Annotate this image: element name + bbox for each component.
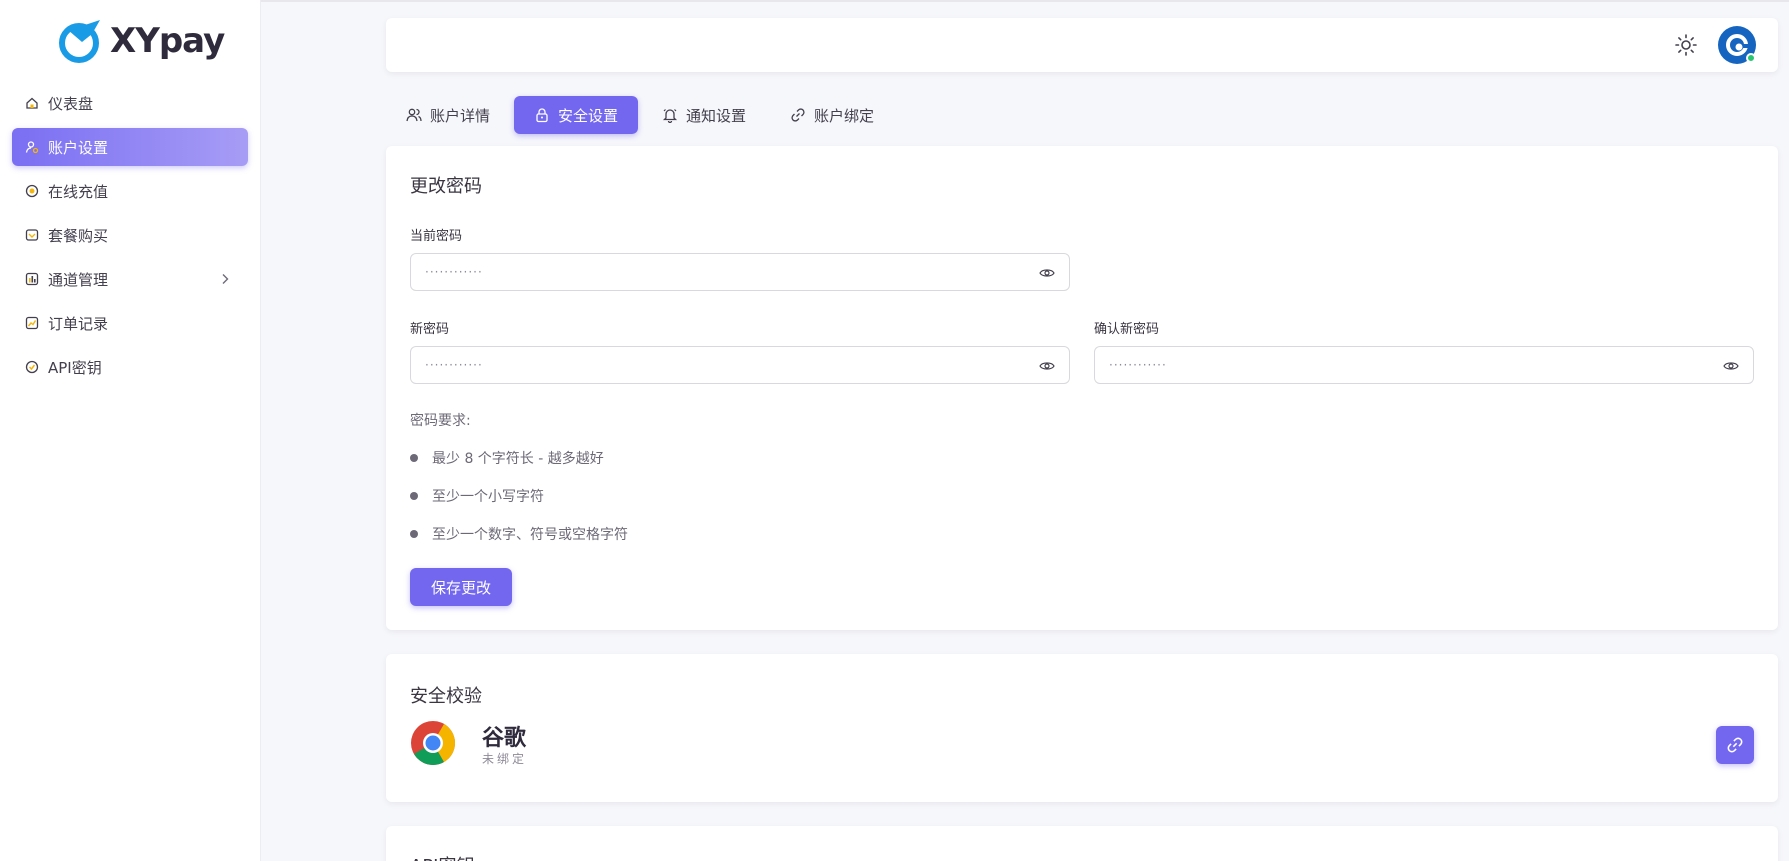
sidebar-item-dashboard[interactable]: 仪表盘 — [12, 84, 248, 122]
online-status-badge — [1746, 53, 1756, 63]
chevron-right-icon — [222, 274, 229, 284]
brand-name: XYpay — [110, 21, 225, 61]
current-password-label: 当前密码 — [410, 229, 463, 244]
api-key-card: API密钥 — [386, 826, 1778, 861]
tab-label: 账户详情 — [430, 106, 491, 125]
sidebar-item-orders[interactable]: 订单记录 — [12, 304, 248, 342]
password-requirements-title: 密码要求: — [410, 413, 471, 429]
link-icon — [1727, 737, 1743, 753]
tab-label: 安全设置 — [558, 106, 619, 125]
sidebar-item-channels[interactable]: 通道管理 — [12, 260, 248, 298]
confirm-password-label: 确认新密码 — [1094, 322, 1160, 337]
tab-notification-settings[interactable]: 通知设置 — [642, 96, 766, 134]
tab-account-binding[interactable]: 账户绑定 — [770, 96, 894, 134]
settings-tabs: 账户详情 安全设置 通知设置 账户绑定 — [386, 96, 898, 134]
chrome-icon — [411, 721, 455, 765]
new-password-value: ············ — [425, 358, 483, 372]
sidebar-item-api-key[interactable]: API密钥 — [12, 348, 248, 386]
sun-icon[interactable] — [1674, 33, 1698, 57]
bullet-icon — [410, 454, 418, 462]
card-title: 更改密码 — [410, 176, 482, 197]
requirement-text: 至少一个小写字符 — [432, 489, 544, 505]
tab-label: 账户绑定 — [814, 106, 875, 125]
tab-label: 通知设置 — [686, 106, 747, 125]
sidebar-item-label: 通道管理 — [48, 270, 109, 289]
home-icon — [25, 96, 39, 110]
sidebar-item-label: 订单记录 — [48, 314, 109, 333]
list-item: 至少一个数字、符号或空格字符 — [410, 524, 628, 544]
provider-name: 谷歌 — [482, 726, 527, 751]
trend-icon — [25, 316, 39, 330]
package-icon — [25, 228, 39, 242]
sidebar-item-label: 在线充值 — [48, 182, 109, 201]
avatar[interactable] — [1718, 26, 1756, 64]
user-settings-icon — [25, 140, 39, 154]
card-title: 安全校验 — [410, 686, 482, 707]
change-password-card: 更改密码 当前密码 ············ 新密码 ············ … — [386, 146, 1778, 630]
eye-icon[interactable] — [1039, 358, 1055, 374]
link-icon — [790, 107, 806, 123]
xypay-logo-icon — [59, 20, 100, 63]
provider-status: 未绑定 — [482, 752, 528, 766]
tab-account-details[interactable]: 账户详情 — [386, 96, 510, 134]
bind-link-button[interactable] — [1716, 726, 1754, 764]
bullet-icon — [410, 492, 418, 500]
bell-icon — [662, 107, 678, 123]
sidebar-item-label: API密钥 — [48, 358, 102, 377]
sidebar-nav: 仪表盘 账户设置 在线充值 套餐购买 通道管理 订单记录 API密钥 — [12, 84, 248, 392]
sidebar-item-packages[interactable]: 套餐购买 — [12, 216, 248, 254]
list-item: 最少 8 个字符长 - 越多越好 — [410, 448, 604, 468]
requirement-text: 最少 8 个字符长 - 越多越好 — [432, 451, 604, 467]
current-password-field[interactable]: ············ — [410, 253, 1070, 291]
users-icon — [406, 107, 422, 123]
save-changes-button[interactable]: 保存更改 — [410, 568, 512, 606]
tab-security-settings[interactable]: 安全设置 — [514, 96, 639, 134]
confirm-password-field[interactable]: ············ — [1094, 346, 1754, 384]
top-divider — [0, 0, 1789, 2]
eye-icon[interactable] — [1723, 358, 1739, 374]
lock-icon — [534, 107, 550, 123]
new-password-field[interactable]: ············ — [410, 346, 1070, 384]
sidebar-item-label: 套餐购买 — [48, 226, 109, 245]
list-item: 至少一个小写字符 — [410, 486, 544, 506]
requirement-text: 至少一个数字、符号或空格字符 — [432, 527, 628, 543]
current-password-value: ············ — [425, 265, 483, 279]
key-icon — [25, 360, 39, 374]
coin-icon — [25, 184, 39, 198]
sidebar-item-account-settings[interactable]: 账户设置 — [12, 128, 248, 166]
sidebar: XYpay 仪表盘 账户设置 在线充值 套餐购买 通道管理 订单记录 API密钥 — [0, 0, 261, 861]
sidebar-item-label: 仪表盘 — [48, 94, 94, 113]
eye-icon[interactable] — [1039, 265, 1055, 281]
security-verification-card: 安全校验 谷歌 未绑定 — [386, 654, 1778, 802]
chart-bar-icon — [25, 272, 39, 286]
bullet-icon — [410, 530, 418, 538]
top-header — [386, 18, 1778, 72]
card-title: API密钥 — [410, 852, 474, 861]
sidebar-item-recharge[interactable]: 在线充值 — [12, 172, 248, 210]
brand[interactable]: XYpay — [58, 16, 225, 66]
sidebar-item-label: 账户设置 — [48, 138, 109, 157]
new-password-label: 新密码 — [410, 322, 450, 337]
confirm-password-value: ············ — [1109, 358, 1167, 372]
